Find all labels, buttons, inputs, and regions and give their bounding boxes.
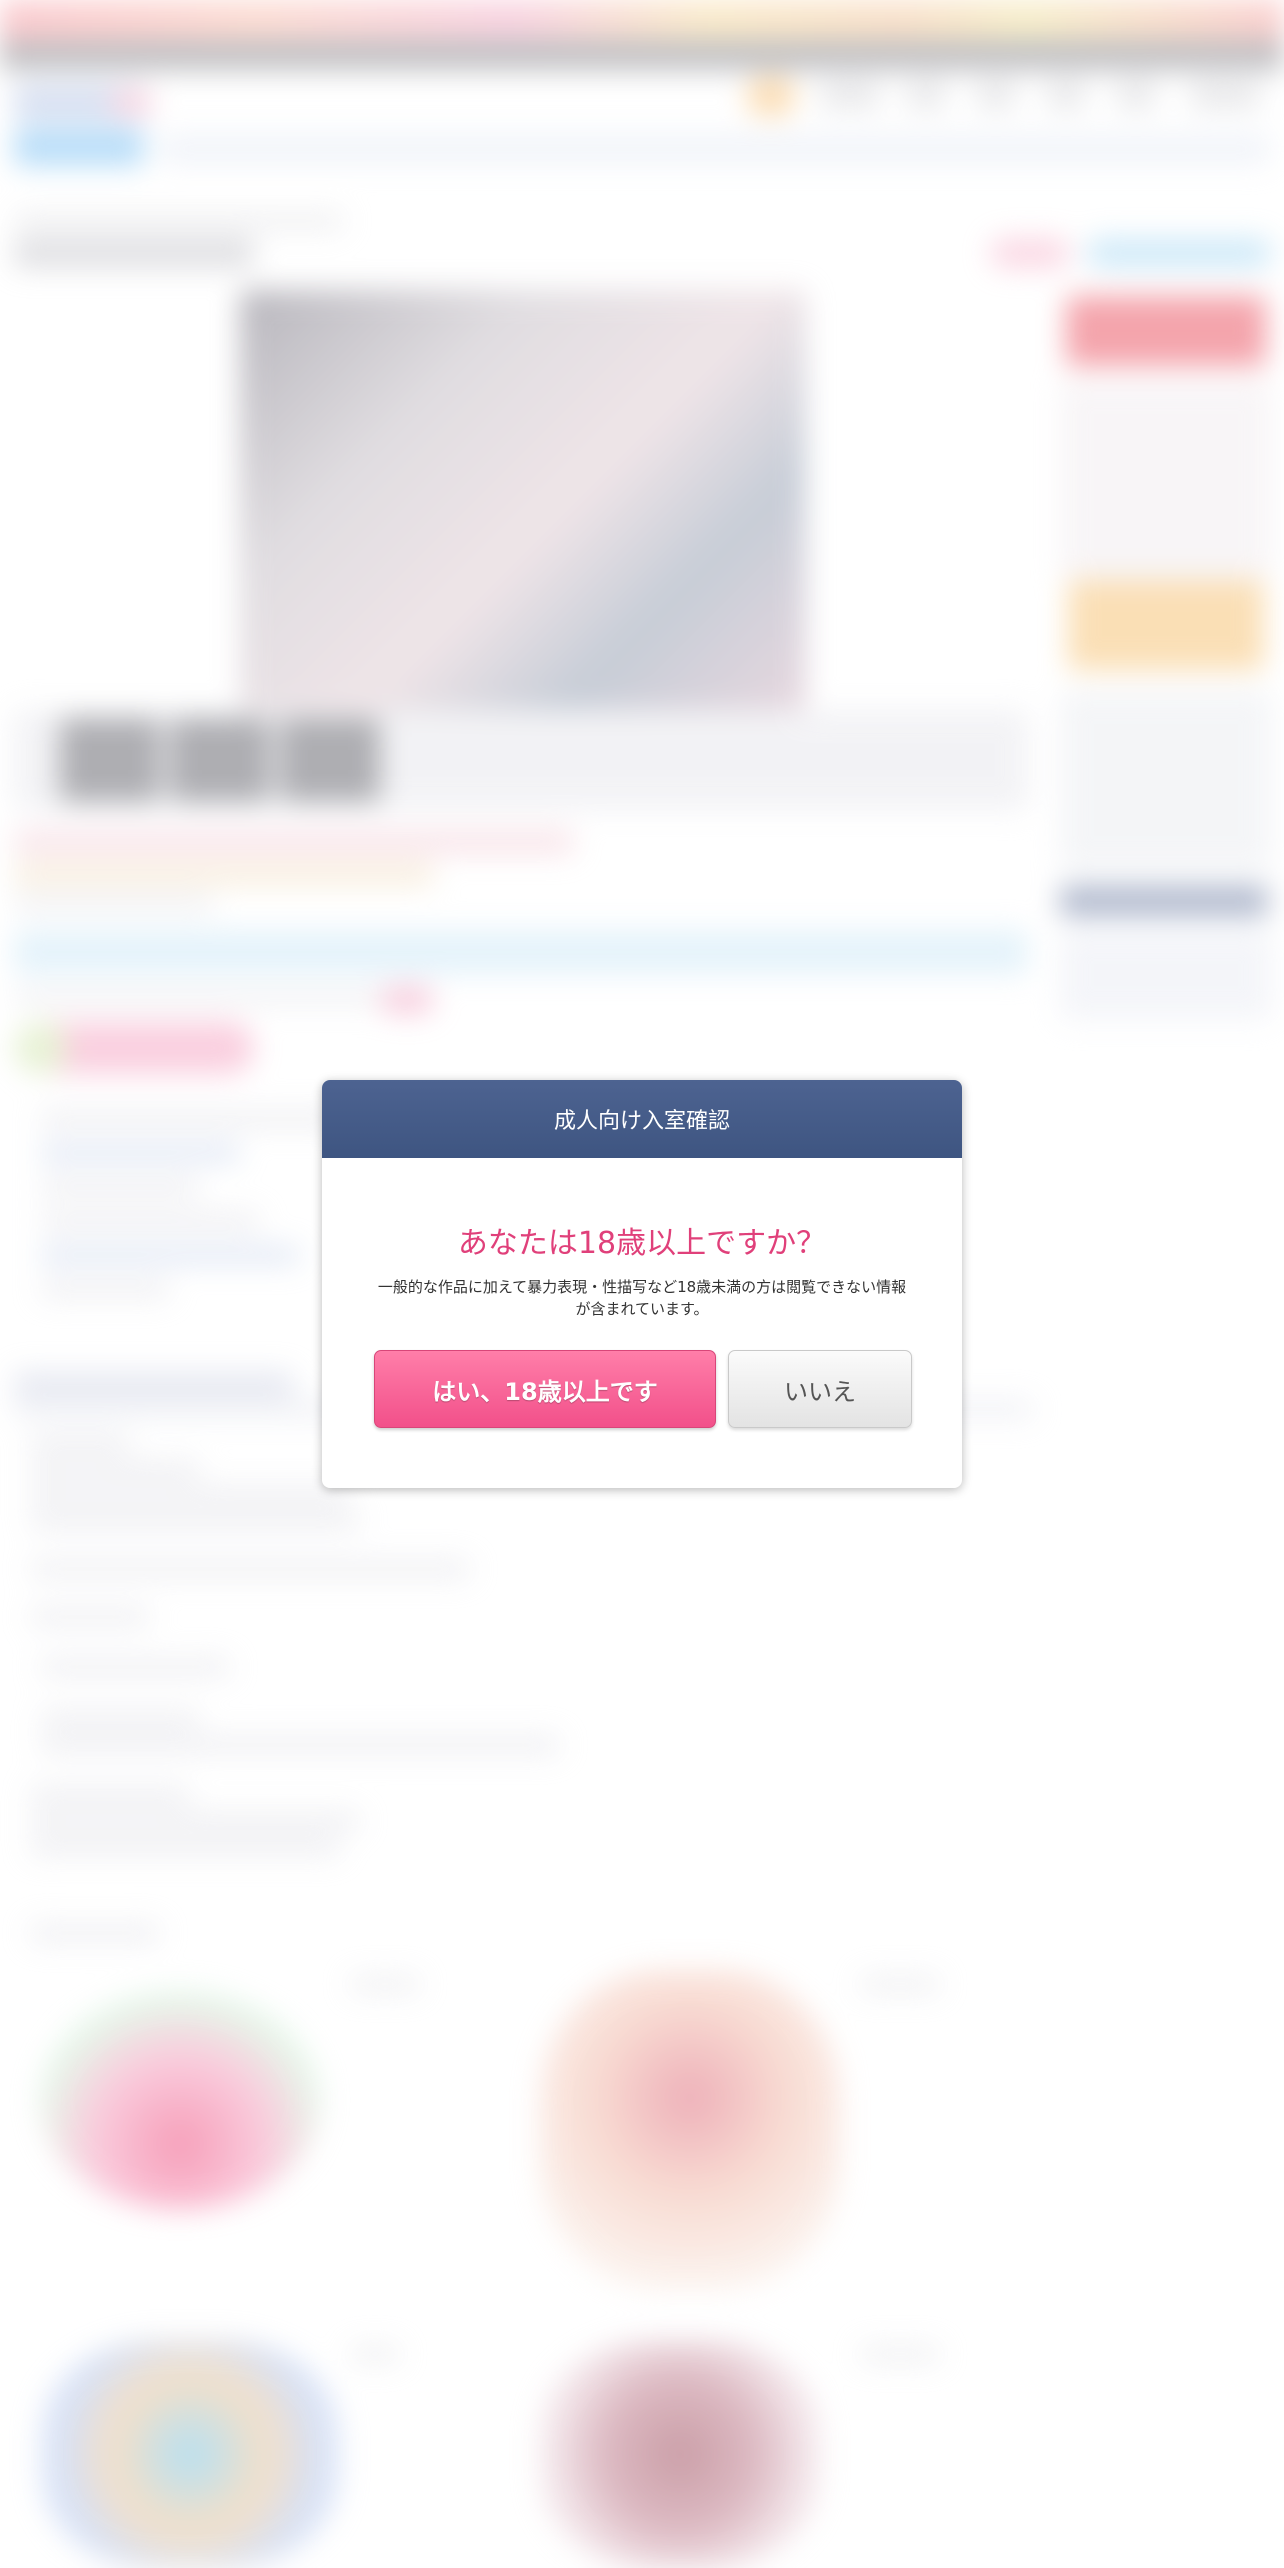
character-label xyxy=(350,2346,400,2362)
info-band xyxy=(14,930,1028,974)
thumbnail-strip xyxy=(14,710,1028,810)
sidebar-red-button xyxy=(1066,296,1266,366)
top-dark-bar xyxy=(0,40,1284,70)
confirm-adult-button[interactable]: はい、18歳以上です xyxy=(374,1350,716,1428)
text-line xyxy=(40,1280,170,1298)
nav-item xyxy=(820,82,880,108)
text-line xyxy=(40,1144,240,1162)
modal-title: 成人向け入室確認 xyxy=(553,1109,730,1134)
sidebar-panel xyxy=(1060,690,1272,870)
pink-pill xyxy=(990,238,1070,268)
text-line xyxy=(30,1512,360,1530)
page-title xyxy=(14,238,254,268)
age-warning-text: 一般的な作品に加えて暴力表現・性描写など18歳未満の方は閲覧できない情報が含まれ… xyxy=(377,1278,907,1318)
text-line xyxy=(30,1786,190,1804)
decline-button[interactable]: いいえ xyxy=(728,1350,912,1428)
character-label xyxy=(860,2346,940,2362)
nav-item xyxy=(1046,82,1086,108)
text-line xyxy=(40,1212,260,1230)
text-line xyxy=(30,1608,150,1626)
sidebar-navy-bar xyxy=(1060,886,1268,916)
thumbnail xyxy=(280,718,380,802)
page: 成人向け入室確認 あなたは18歳以上ですか？ 一般的な作品に加えて暴力表現・性描… xyxy=(0,0,1284,2568)
nav-badge xyxy=(746,76,796,116)
text-line xyxy=(40,1246,300,1264)
modal-header: 成人向け入室確認 xyxy=(322,1080,962,1158)
sidebar-panel xyxy=(1060,380,1272,580)
search-strip xyxy=(160,134,1270,164)
character-illustration xyxy=(40,2340,340,2568)
text-line xyxy=(40,1736,560,1754)
text-line xyxy=(30,1838,340,1856)
small-pink-badge xyxy=(380,986,434,1014)
text-line xyxy=(30,1560,470,1578)
character-label xyxy=(350,1976,420,1992)
character-illustration xyxy=(540,2340,820,2568)
sub-heading xyxy=(14,1372,294,1398)
search-button xyxy=(14,128,144,166)
thumbnail xyxy=(170,718,270,802)
tag-row xyxy=(14,894,214,912)
sidebar-panel xyxy=(1060,930,1272,1020)
nav-item xyxy=(1116,82,1156,108)
text-line xyxy=(30,1486,350,1504)
character-illustration xyxy=(40,1990,320,2210)
nav-item xyxy=(906,82,946,108)
thumbnail xyxy=(60,718,160,802)
top-decorative-stripe xyxy=(0,0,1284,40)
text-line xyxy=(30,1924,160,1942)
text-line xyxy=(40,1710,200,1728)
hero-image xyxy=(240,290,806,710)
text-line xyxy=(14,988,434,1006)
sidebar-orange-panel xyxy=(1068,580,1264,670)
character-label xyxy=(860,1976,940,1992)
tag-row xyxy=(14,862,434,886)
blue-pill xyxy=(1086,238,1272,268)
text-line xyxy=(40,1178,200,1196)
text-line xyxy=(30,1434,130,1452)
text-line xyxy=(30,1812,360,1830)
text-line xyxy=(40,1110,340,1128)
breadcrumb xyxy=(14,212,344,230)
tag-row xyxy=(14,830,574,854)
nav-item xyxy=(1190,82,1260,108)
text-line xyxy=(40,1658,230,1676)
site-logo-accent xyxy=(112,90,152,116)
age-question: あなたは18歳以上ですか？ xyxy=(457,1226,827,1261)
character-illustration xyxy=(540,1970,840,2290)
nav-item xyxy=(976,82,1016,108)
section-heading-accent xyxy=(14,1022,68,1074)
age-verification-modal: 成人向け入室確認 あなたは18歳以上ですか？ 一般的な作品に加えて暴力表現・性描… xyxy=(322,1080,962,1488)
text-line xyxy=(30,1460,200,1478)
